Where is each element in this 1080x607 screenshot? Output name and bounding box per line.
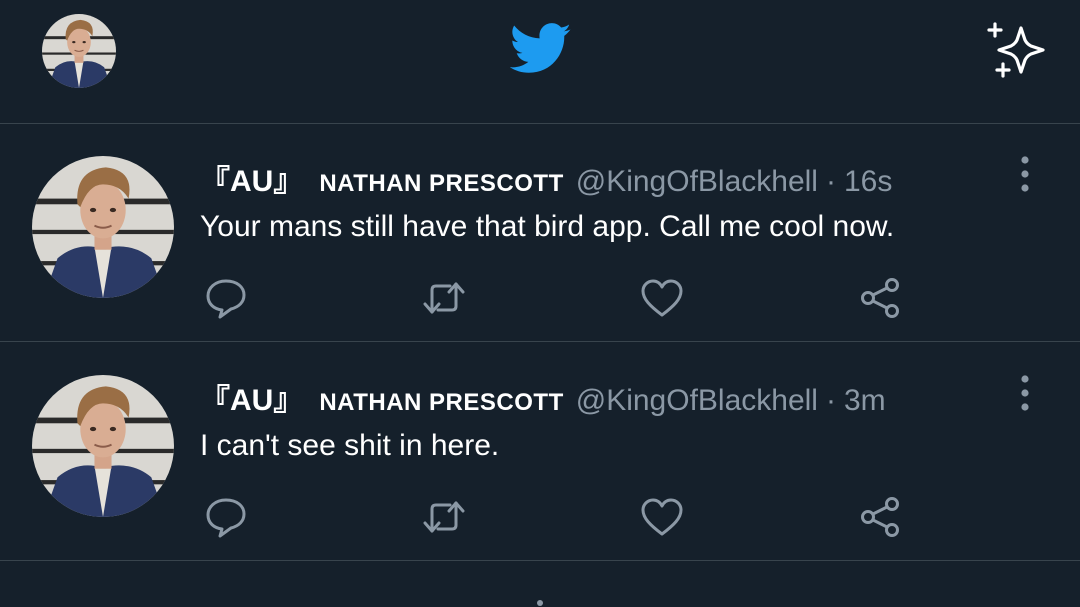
like-icon[interactable] [640, 276, 684, 320]
separator-dot: · [825, 165, 836, 198]
user-handle[interactable]: @KingOfBlackhell [576, 384, 818, 418]
tweet-timestamp[interactable]: 3m [844, 384, 886, 418]
tweet-text: Your mans still have that bird app. Call… [200, 210, 895, 243]
loading-indicator-dot [537, 600, 543, 606]
more-options-icon[interactable] [1010, 373, 1040, 413]
like-icon[interactable] [640, 495, 684, 539]
display-name-prefix: 『AU』 [200, 165, 304, 198]
profile-avatar[interactable] [42, 14, 116, 88]
display-name[interactable]: NATHAN PRESCOTT [319, 170, 563, 198]
top-app-bar [0, 0, 1080, 124]
reply-icon[interactable] [204, 495, 248, 539]
tweet-text: I can't see shit in here. [200, 429, 500, 462]
tweet-author-avatar[interactable] [32, 375, 174, 517]
tweet-timestamp[interactable]: 16s [844, 165, 892, 199]
display-name-prefix: 『AU』 [200, 384, 304, 417]
twitter-bird-icon [510, 22, 572, 76]
share-icon[interactable] [858, 495, 902, 539]
more-options-icon[interactable] [1010, 154, 1040, 194]
separator-dot: · [825, 384, 836, 417]
display-name[interactable]: NATHAN PRESCOTT [319, 389, 563, 417]
top-tweets-sparkle-icon[interactable] [985, 18, 1049, 80]
retweet-icon[interactable] [422, 276, 466, 320]
tweet-header: 『AU』 NATHAN PRESCOTT @KingOfBlackhell · … [200, 156, 892, 199]
tweet-author-avatar[interactable] [32, 156, 174, 298]
tweet-item[interactable]: 『AU』 NATHAN PRESCOTT @KingOfBlackhell · … [0, 124, 1080, 342]
user-handle[interactable]: @KingOfBlackhell [576, 165, 818, 199]
tweet-item[interactable]: 『AU』 NATHAN PRESCOTT @KingOfBlackhell · … [0, 343, 1080, 561]
tweet-header: 『AU』 NATHAN PRESCOTT @KingOfBlackhell · … [200, 375, 886, 418]
retweet-icon[interactable] [422, 495, 466, 539]
share-icon[interactable] [858, 276, 902, 320]
reply-icon[interactable] [204, 276, 248, 320]
